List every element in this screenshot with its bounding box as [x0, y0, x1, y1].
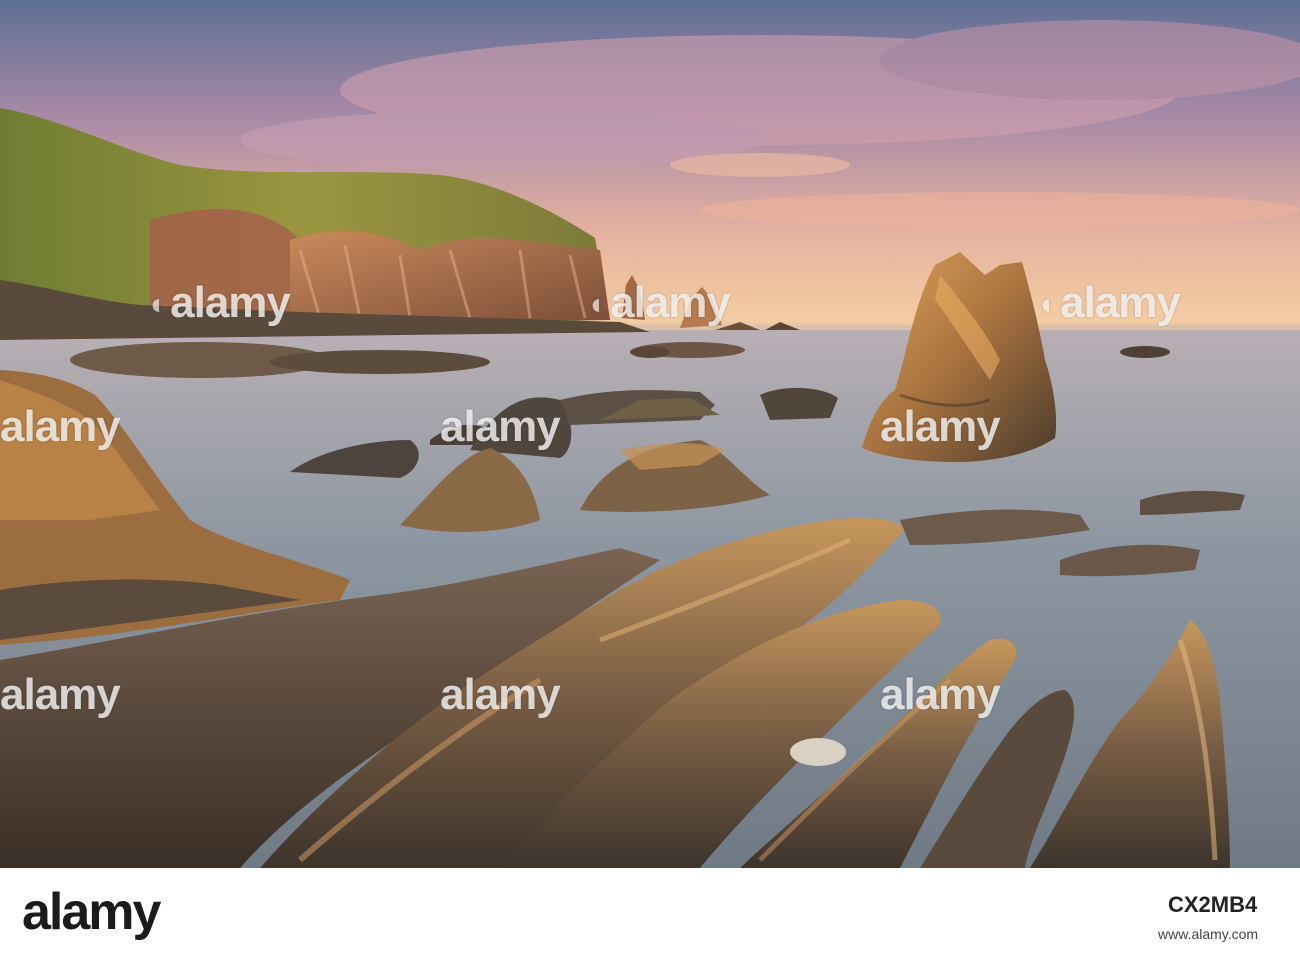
- image-id: CX2MB4: [1168, 892, 1258, 917]
- coastal-sunset-photo: ◐alamy ◐alamy ◐alamy alamy alamy alamy a…: [0, 0, 1300, 868]
- footer-strip: alamy CX2MB4 www.alamy.com: [0, 868, 1300, 956]
- alamy-logo[interactable]: alamy: [22, 882, 161, 942]
- site-url[interactable]: www.alamy.com: [1158, 926, 1258, 942]
- pebble: [790, 738, 846, 766]
- scene-illustration: [0, 0, 1300, 868]
